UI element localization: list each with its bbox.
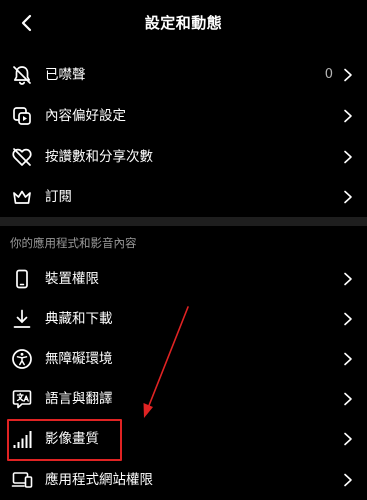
- settings-item-label: 內容偏好設定: [45, 108, 126, 124]
- settings-item-archive-downloads[interactable]: 典藏和下載: [0, 299, 367, 339]
- accessibility-icon: [10, 347, 34, 371]
- chevron-right-icon: [344, 68, 352, 82]
- chevron-right-icon: [344, 473, 352, 487]
- settings-item-muted[interactable]: 已噤聲 0: [0, 55, 367, 95]
- content-preferences-icon: [10, 104, 34, 128]
- settings-item-label: 裝置權限: [45, 271, 99, 287]
- chevron-right-icon: [344, 392, 352, 406]
- settings-item-label: 應用程式網站權限: [45, 472, 153, 488]
- page-title: 設定和動態: [144, 14, 223, 32]
- settings-item-app-website-permissions[interactable]: 應用程式網站權限: [0, 460, 367, 500]
- settings-item-likes-shares[interactable]: 按讚數和分享次數: [0, 137, 367, 177]
- settings-item-accessibility[interactable]: 無障礙環境: [0, 339, 367, 379]
- chevron-right-icon: [344, 312, 352, 326]
- chevron-right-icon: [344, 432, 352, 446]
- settings-item-device-permissions[interactable]: 裝置權限: [0, 259, 367, 299]
- chevron-right-icon: [344, 150, 352, 164]
- back-button[interactable]: [14, 10, 40, 36]
- devices-icon: [10, 468, 34, 492]
- chevron-right-icon: [344, 109, 352, 123]
- chevron-left-icon: [21, 14, 32, 32]
- header: 設定和動態: [0, 0, 367, 45]
- annotation-highlight-box: [7, 419, 122, 461]
- translate-icon: [10, 387, 34, 411]
- settings-item-subscriptions[interactable]: 訂閱: [0, 177, 367, 217]
- phone-icon: [10, 267, 34, 291]
- crown-icon: [10, 185, 34, 209]
- settings-item-content-preferences[interactable]: 內容偏好設定: [0, 96, 367, 136]
- settings-item-label: 無障礙環境: [45, 351, 113, 367]
- heart-off-icon: [10, 145, 34, 169]
- chevron-right-icon: [344, 190, 352, 204]
- download-icon: [10, 307, 34, 331]
- bell-off-icon: [10, 63, 34, 87]
- chevron-right-icon: [344, 352, 352, 366]
- settings-item-language-translation[interactable]: 語言與翻譯: [0, 379, 367, 419]
- chevron-right-icon: [344, 272, 352, 286]
- settings-item-label: 訂閱: [45, 189, 72, 205]
- muted-count: 0: [324, 67, 333, 82]
- settings-item-label: 按讚數和分享次數: [45, 149, 153, 165]
- settings-item-label: 語言與翻譯: [45, 391, 113, 407]
- section-divider: [0, 217, 367, 226]
- section-title: 你的應用程式和影音內容: [10, 236, 137, 250]
- settings-item-label: 已噤聲: [45, 67, 86, 83]
- settings-item-label: 典藏和下載: [45, 311, 113, 327]
